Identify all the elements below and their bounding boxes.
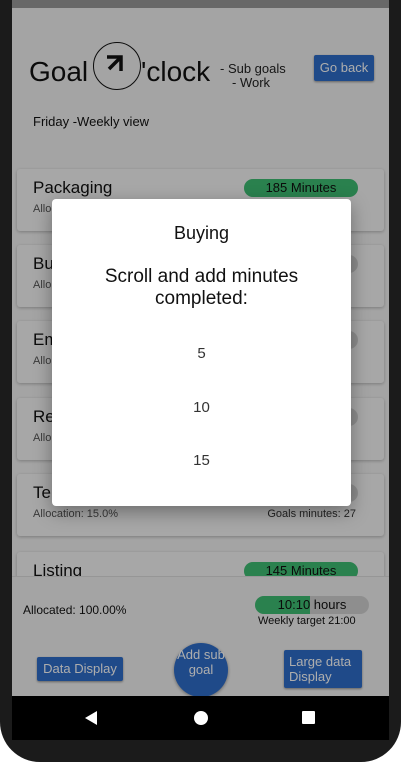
recent-square-icon[interactable] (302, 711, 315, 724)
minutes-option[interactable]: 5 (52, 345, 351, 362)
dialog-message: Scroll and add minutes completed: (104, 266, 299, 309)
add-minutes-dialog: Buying Scroll and add minutes completed:… (52, 199, 351, 506)
home-circle-icon[interactable] (194, 711, 208, 725)
system-nav-bar (12, 696, 389, 740)
minutes-option[interactable]: 15 (52, 452, 351, 469)
dialog-title: Buying (173, 223, 230, 243)
minutes-option[interactable]: 10 (52, 399, 351, 416)
back-triangle-icon[interactable] (84, 710, 98, 731)
